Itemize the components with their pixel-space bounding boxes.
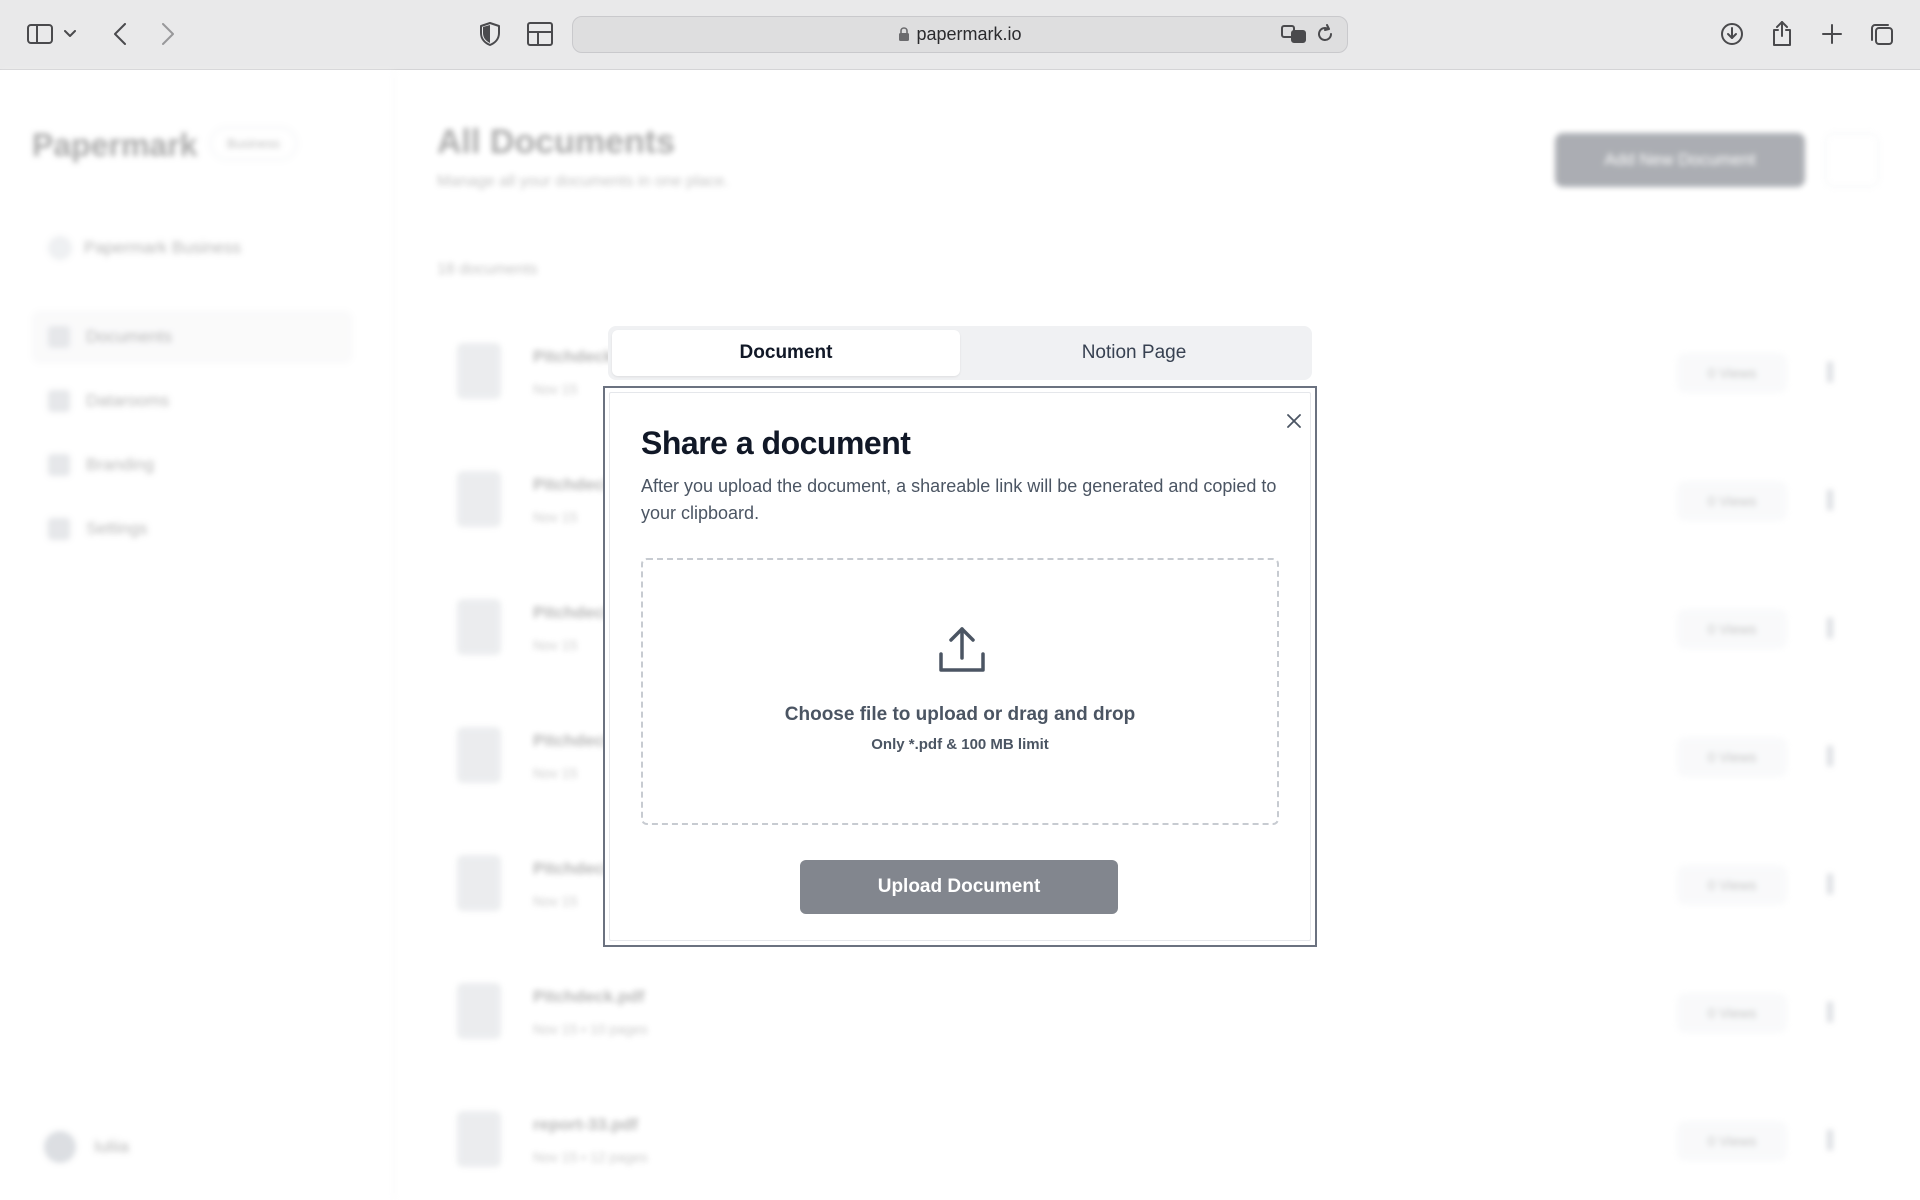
row-menu-icon xyxy=(1827,361,1833,383)
add-document-button: Add New Document xyxy=(1555,133,1805,187)
plan-badge: Business xyxy=(210,127,297,160)
document-name: Pitchdeck xyxy=(533,603,614,622)
document-name: Pitchdeck xyxy=(533,731,614,750)
document-meta: Nov 15 xyxy=(533,381,578,397)
layout-icon[interactable] xyxy=(524,18,556,50)
page-title: All Documents xyxy=(437,123,676,161)
translate-icon[interactable] xyxy=(1281,24,1307,49)
document-name: Pitchdeck xyxy=(533,475,614,494)
dropzone-limit: Only *.pdf & 100 MB limit xyxy=(871,736,1049,753)
new-tab-icon[interactable] xyxy=(1816,18,1848,50)
document-name: report-33.pdf xyxy=(533,1115,638,1134)
row-menu-icon xyxy=(1827,873,1833,895)
file-icon xyxy=(457,343,501,399)
file-icon xyxy=(457,1111,501,1167)
dialog-description: After you upload the document, a shareab… xyxy=(641,476,1277,523)
reload-icon[interactable] xyxy=(1315,24,1335,49)
document-name: Pitchdeck.pdf xyxy=(533,987,645,1006)
views-badge: 0 Views xyxy=(1677,737,1787,777)
dialog-title: Share a document xyxy=(641,425,911,461)
gear-icon xyxy=(48,518,70,540)
views-badge: 0 Views xyxy=(1677,609,1787,649)
url-text: papermark.io xyxy=(916,24,1022,44)
document-meta: Nov 15 xyxy=(533,893,578,909)
sidebar-item-label: Datarooms xyxy=(86,391,170,410)
user-menu: Iuliia xyxy=(44,1131,129,1163)
downloads-icon[interactable] xyxy=(1716,18,1748,50)
sidebar-toggle-icon[interactable] xyxy=(24,18,56,50)
browser-toolbar: papermark.io xyxy=(0,0,1920,70)
document-row: report-33.pdf Nov 15 • 12 pages 0 Views xyxy=(437,1089,1877,1189)
close-icon xyxy=(1287,414,1301,428)
document-meta: Nov 15 • 10 pages xyxy=(533,1021,648,1037)
dialog-content: Share a document After you upload the do… xyxy=(609,392,1311,941)
sidebar-item-label: Documents xyxy=(86,327,172,346)
document-meta: Nov 15 xyxy=(533,509,578,525)
file-icon xyxy=(457,599,501,655)
sidebar-item-label: Settings xyxy=(86,519,148,538)
file-icon xyxy=(457,471,501,527)
row-menu-icon xyxy=(1827,745,1833,767)
share-icon[interactable] xyxy=(1766,18,1798,50)
team-switcher: Papermark Business xyxy=(32,223,352,273)
forward-icon[interactable] xyxy=(152,18,184,50)
document-meta: Nov 15 • 12 pages xyxy=(533,1149,648,1165)
sidebar-item-datarooms: Datarooms xyxy=(32,375,352,427)
row-menu-icon xyxy=(1827,1129,1833,1151)
document-row: Pitchdeck.pdf Nov 15 • 10 pages 0 Views xyxy=(437,961,1877,1061)
folder-icon xyxy=(48,326,70,348)
sidebar-item-label: Branding xyxy=(86,455,155,474)
document-name: Pitchdeck xyxy=(533,347,614,366)
back-icon[interactable] xyxy=(104,18,136,50)
file-icon xyxy=(457,855,501,911)
sidebar-item-branding: Branding xyxy=(32,439,352,491)
row-menu-icon xyxy=(1827,489,1833,511)
views-badge: 0 Views xyxy=(1677,1121,1787,1161)
tab-notion-page[interactable]: Notion Page xyxy=(960,330,1308,376)
document-meta: Nov 15 xyxy=(533,637,578,653)
sidebar-item-documents: Documents xyxy=(32,311,352,363)
file-dropzone[interactable]: Choose file to upload or drag and drop O… xyxy=(641,558,1279,825)
privacy-shield-icon[interactable] xyxy=(474,18,506,50)
document-name: Pitchdeck xyxy=(533,859,614,878)
tab-document[interactable]: Document xyxy=(612,330,960,376)
page-subtitle: Manage all your documents in one place. xyxy=(437,173,729,190)
document-meta: Nov 15 xyxy=(533,765,578,781)
more-options-button xyxy=(1825,133,1879,187)
file-icon xyxy=(457,983,501,1039)
app-logo: Papermark xyxy=(32,127,198,163)
views-badge: 0 Views xyxy=(1677,481,1787,521)
dropzone-label: Choose file to upload or drag and drop xyxy=(784,704,1136,725)
upload-document-button[interactable]: Upload Document xyxy=(800,860,1118,914)
upload-type-tabs: Document Notion Page xyxy=(608,326,1312,380)
sidebar-item-settings: Settings xyxy=(32,503,352,555)
views-badge: 0 Views xyxy=(1677,865,1787,905)
address-bar[interactable]: papermark.io xyxy=(572,16,1348,53)
views-badge: 0 Views xyxy=(1677,353,1787,393)
document-count: 18 documents xyxy=(437,261,538,278)
views-badge: 0 Views xyxy=(1677,993,1787,1033)
avatar xyxy=(44,1131,76,1163)
upload-icon xyxy=(939,627,985,672)
sidebar: Papermark Business Papermark Business Do… xyxy=(0,71,394,1200)
file-icon xyxy=(457,727,501,783)
lock-icon xyxy=(899,27,910,41)
tab-overview-icon[interactable] xyxy=(1866,18,1898,50)
close-button[interactable] xyxy=(1282,409,1306,433)
dataroom-icon xyxy=(48,390,70,412)
team-name: Papermark Business xyxy=(84,238,241,257)
row-menu-icon xyxy=(1827,617,1833,639)
user-name: Iuliia xyxy=(94,1137,129,1156)
chevron-down-icon[interactable] xyxy=(60,18,80,50)
palette-icon xyxy=(48,454,70,476)
team-avatar xyxy=(48,236,72,260)
share-document-dialog: Share a document After you upload the do… xyxy=(603,386,1317,947)
row-menu-icon xyxy=(1827,1001,1833,1023)
